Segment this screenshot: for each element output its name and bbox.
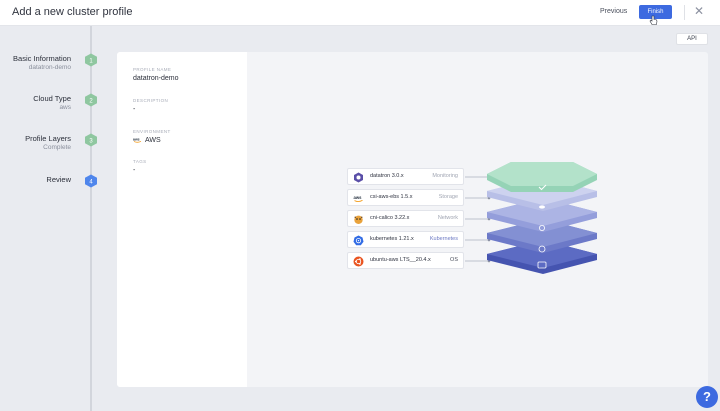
environment-value: aws AWS [133,137,161,144]
layer-type: Storage [438,194,458,200]
tags-label: TAGS [133,159,147,164]
step-sub: datatron-demo [28,64,71,71]
stepper-track [90,26,92,411]
kubernetes-icon [353,235,364,246]
layer-card-network[interactable]: cni-calico 3.22.x Network [347,210,464,227]
close-icon[interactable]: ✕ [692,4,706,18]
step-label: Review [46,175,71,184]
svg-text:aws: aws [354,195,363,200]
api-button[interactable]: API [676,33,708,45]
step-sub: Complete [43,144,71,151]
step-badge: 2 [84,93,98,107]
layer-name: cni-calico 3.22.x [370,215,410,221]
header-divider [684,5,685,20]
step-badge: 3 [84,133,98,147]
step-sub: aws [59,104,71,111]
layer-type: Network [437,215,458,221]
layer-name: kubernetes 1.21.x [370,236,414,242]
environment-label: ENVIRONMENT [133,129,171,134]
modal-header: Add a new cluster profile Previous Finis… [0,0,720,26]
connector-lines [465,175,491,263]
layer-card-kubernetes[interactable]: kubernetes 1.21.x Kubernetes [347,231,464,248]
layer-type: Monitoring [432,173,458,179]
help-button[interactable]: ? [696,386,718,408]
previous-button[interactable]: Previous [596,6,631,17]
tags-value: - [133,167,136,174]
layer-name: datatron 3.0.x [370,173,404,179]
layer-stack-illustration [465,162,597,274]
aws-icon: aws [133,138,142,143]
layer-card-storage[interactable]: aws csi-aws-ebs 1.5.x Storage [347,189,464,206]
step-badge: 1 [84,53,98,67]
profile-name-label: PROFILE NAME [133,67,172,72]
hand-cursor-icon [649,15,658,25]
step-label: Basic Information [13,54,71,63]
layer-type: OS [450,257,458,263]
layer-name: ubuntu-aws LTS__20.4.x [370,257,431,263]
layer-name: csi-aws-ebs 1.5.x [370,194,413,200]
datatron-icon [354,172,363,183]
layer-card-monitoring[interactable]: datatron 3.0.x Monitoring [347,168,464,185]
description-label: DESCRIPTION [133,98,169,103]
modal-title: Add a new cluster profile [12,6,133,18]
ubuntu-icon [353,256,364,267]
layer-type: Kubernetes [429,236,458,242]
profile-summary: PROFILE NAME datatron-demo DESCRIPTION -… [117,52,247,387]
svg-text:aws: aws [133,138,140,142]
description-value: - [133,106,136,113]
calico-icon [354,215,363,224]
monitoring-layer-shape [487,162,597,192]
step-label: Cloud Type [33,94,71,103]
layer-card-os[interactable]: ubuntu-aws LTS__20.4.x OS [347,252,464,269]
environment-text: AWS [145,137,161,144]
step-label: Profile Layers [25,134,71,143]
aws-icon: aws [354,195,363,202]
profile-name-value: datatron-demo [133,75,179,82]
step-badge: 4 [84,174,98,188]
